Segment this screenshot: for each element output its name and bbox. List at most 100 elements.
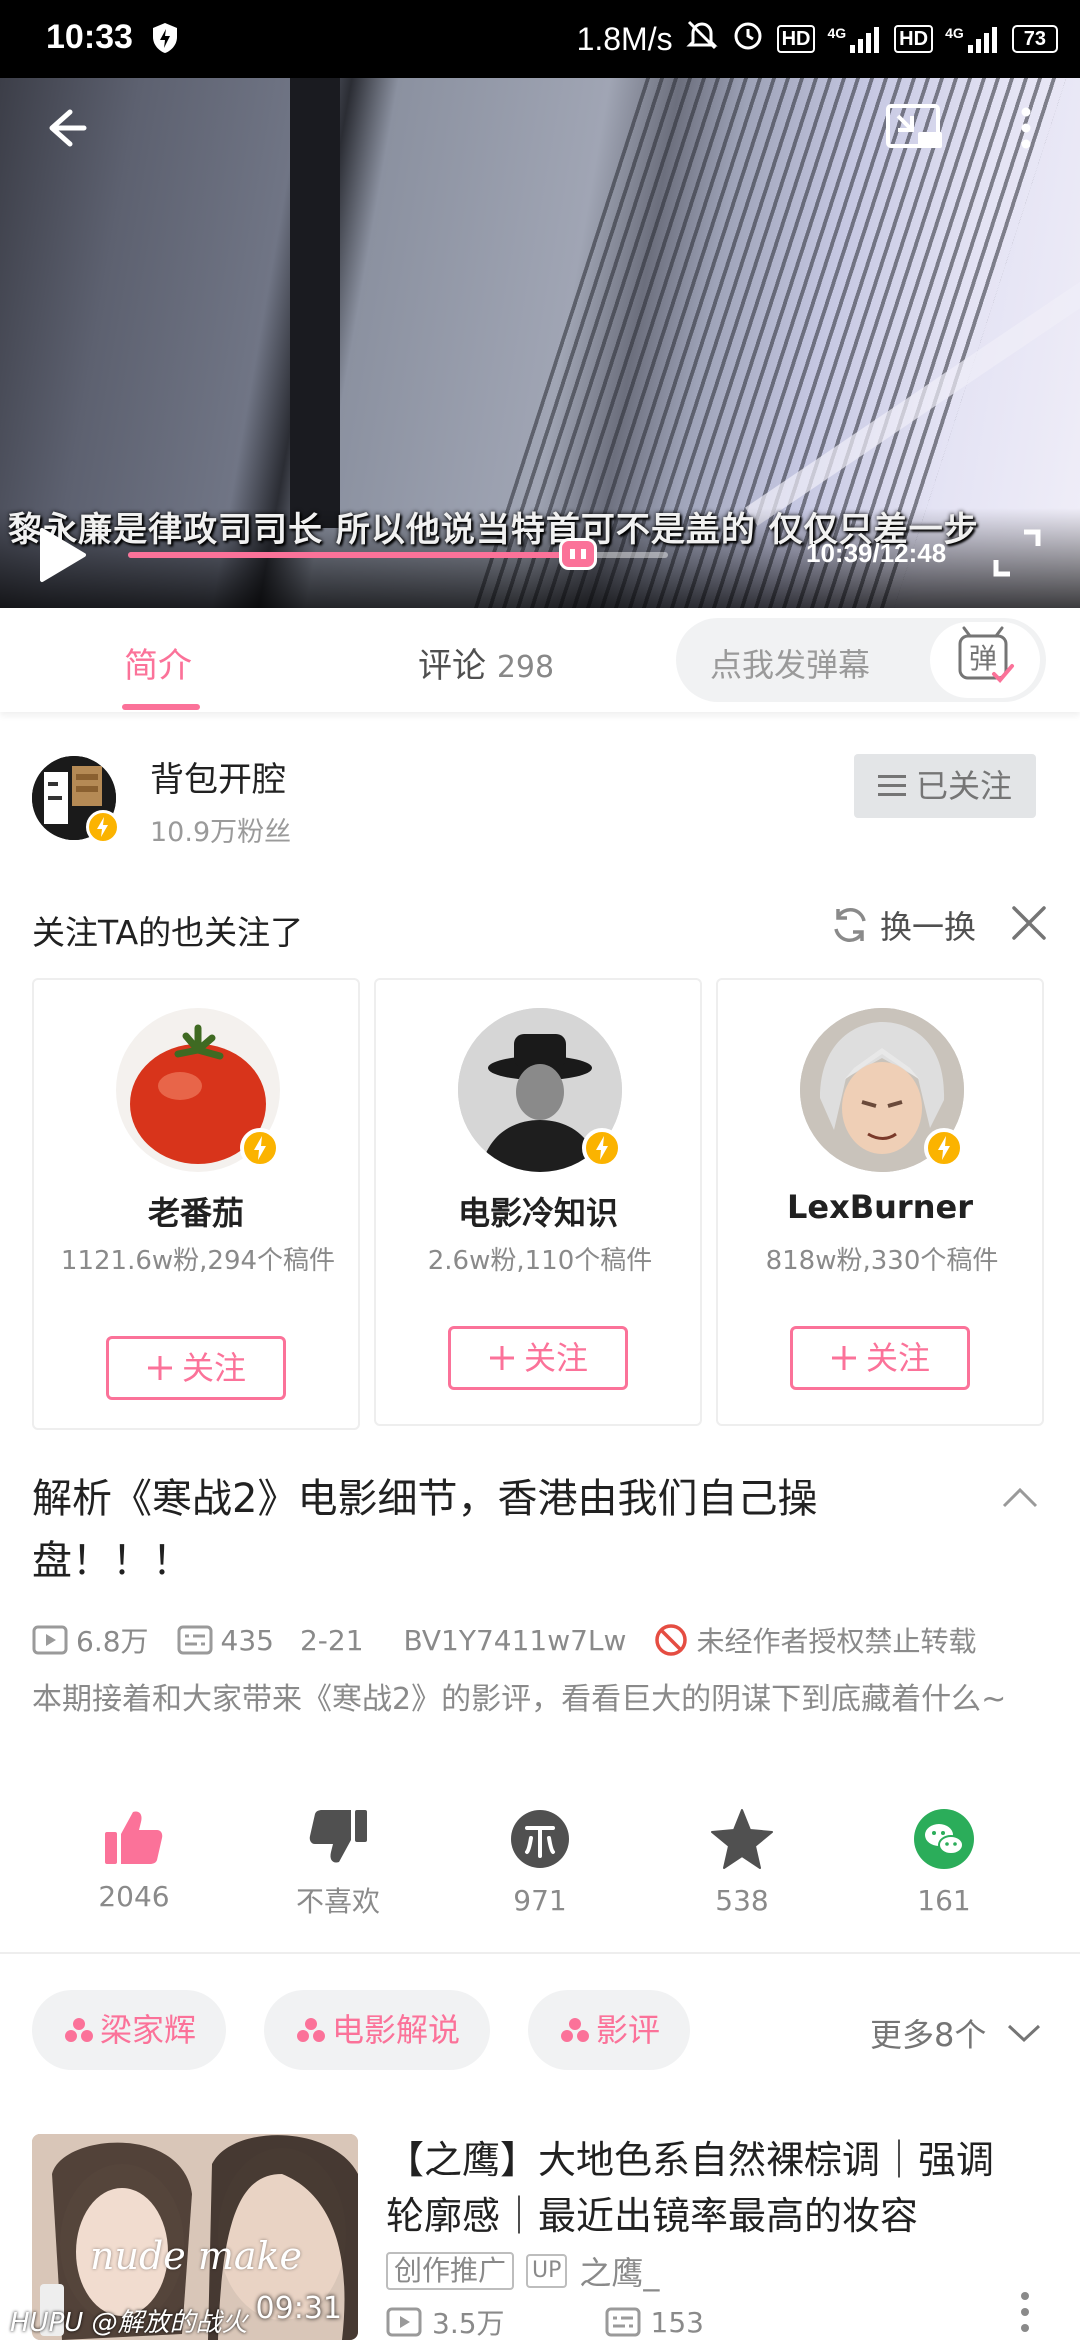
hd-badge-1: HD xyxy=(776,25,816,53)
follow-label: 关注 xyxy=(181,1349,246,1387)
video-player[interactable]: 黎永廉是律政司司长 所以他说当特首可不是盖的 仅仅只差一步 10:39/12:4… xyxy=(0,78,1080,608)
video-title: 解析《寒战2》电影细节，香港由我们自己操盘！！！ xyxy=(32,1476,818,1584)
coin-count: 971 xyxy=(513,1884,567,1917)
progress-thumb[interactable] xyxy=(558,538,597,570)
card-name: LexBurner xyxy=(787,1188,973,1226)
tab-intro[interactable]: 简介 xyxy=(124,638,192,687)
follow-button[interactable]: 关注 xyxy=(106,1336,286,1400)
tag-chip[interactable]: 影评 xyxy=(528,1990,691,2070)
coin-icon xyxy=(511,1810,569,1868)
refresh-label: 换一换 xyxy=(880,908,977,946)
favorite-count: 538 xyxy=(715,1884,769,1917)
follow-button[interactable]: 关注 xyxy=(790,1326,970,1390)
card-stats: 818w粉,330个稿件 xyxy=(765,1246,999,1276)
back-arrow-icon[interactable] xyxy=(36,100,92,160)
card-name: 电影冷知识 xyxy=(457,1194,618,1232)
tag-label: 影评 xyxy=(596,2011,661,2049)
refresh-button[interactable]: 换一换 xyxy=(828,902,976,948)
thumb-down-icon xyxy=(309,1810,367,1863)
forbidden-icon xyxy=(655,1624,688,1656)
tag-chip[interactable]: 梁家辉 xyxy=(32,1990,227,2070)
chevron-up-icon[interactable] xyxy=(1002,1486,1038,1514)
tag-label: 电影解说 xyxy=(332,2011,461,2049)
hd-badge-2: HD xyxy=(894,25,934,53)
recommend-card[interactable]: 电影冷知识 2.6w粉,110个稿件 关注 xyxy=(374,978,702,1426)
progress-bar[interactable] xyxy=(128,538,668,570)
related-danmaku: 153 xyxy=(650,2305,704,2339)
tag-icon xyxy=(65,2018,93,2042)
video-frame-shape xyxy=(290,78,340,528)
follow-label: 关注 xyxy=(523,1339,588,1377)
dislike-button[interactable]: 不喜欢 xyxy=(268,1808,408,1920)
status-time: 10:33 xyxy=(46,18,133,56)
close-icon[interactable] xyxy=(1010,904,1048,946)
danmaku-count-icon xyxy=(605,2307,641,2337)
up-badge-icon: UP xyxy=(526,2254,568,2288)
favorite-button[interactable]: 538 xyxy=(672,1808,812,1917)
danmaku-count: 435 xyxy=(220,1623,274,1657)
video-timecode: 10:39/12:48 xyxy=(806,538,947,568)
more-tags-label: 更多8个 xyxy=(870,2016,987,2054)
uploader-fans: 10.9万粉丝 xyxy=(150,817,292,848)
tab-comments-label: 评论 xyxy=(418,646,486,686)
thumbnail-caption: nude make xyxy=(90,2234,303,2278)
promo-tag: 创作推广 xyxy=(386,2252,515,2290)
more-tags-button[interactable]: 更多8个 xyxy=(870,2010,1041,2056)
pip-icon[interactable] xyxy=(884,100,946,160)
more-vertical-icon[interactable] xyxy=(1010,100,1042,160)
fullscreen-icon[interactable] xyxy=(990,526,1044,584)
chevron-down-icon xyxy=(1007,2024,1040,2043)
signal-icon-2: 4G xyxy=(945,25,1000,53)
danmu-input[interactable]: 点我发弹幕 弹 xyxy=(676,618,1046,702)
related-video-title[interactable]: 【之鹰】大地色系自然裸棕调｜强调轮廓感｜最近出镜率最高的妆容 xyxy=(386,2132,1026,2244)
followed-label: 已关注 xyxy=(915,767,1012,805)
tag-label: 梁家辉 xyxy=(100,2011,197,2049)
recommend-card[interactable]: 老番茄 1121.6w粉,294个稿件 关注 xyxy=(32,978,360,1430)
watermark-text: HUPU @解放的战火 xyxy=(10,2308,248,2338)
share-button[interactable]: 161 xyxy=(874,1808,1014,1917)
play-icon[interactable] xyxy=(34,526,88,588)
svg-text:弹: 弹 xyxy=(969,642,997,675)
play-count-icon xyxy=(386,2307,422,2337)
plus-icon xyxy=(489,1346,514,1370)
followed-button[interactable]: 已关注 xyxy=(854,754,1036,818)
tag-chip[interactable]: 电影解说 xyxy=(264,1990,491,2070)
recommend-card[interactable]: LexBurner 818w粉,330个稿件 关注 xyxy=(716,978,1044,1426)
dislike-label: 不喜欢 xyxy=(295,1885,380,1918)
coin-button[interactable]: 971 xyxy=(470,1808,610,1917)
share-count: 161 xyxy=(917,1884,971,1917)
alarm-icon xyxy=(731,18,765,60)
copyright-notice: 未经作者授权禁止转载 xyxy=(696,1625,977,1658)
video-meta-row: 6.8万 435 2-21 BV1Y7411w7Lw 未经作者授权禁止转载 xyxy=(32,1620,976,1660)
uploader-name[interactable]: 背包开腔 xyxy=(150,752,286,801)
refresh-icon xyxy=(834,908,866,942)
related-video-meta: 创作推广 UP 之鹰_ xyxy=(386,2248,659,2294)
like-count: 2046 xyxy=(98,1880,170,1913)
wechat-icon xyxy=(914,1809,974,1869)
section-divider xyxy=(0,1952,1080,1954)
progress-fill xyxy=(128,552,578,558)
content-tabs: 简介 评论 298 点我发弹幕 弹 xyxy=(0,608,1080,712)
status-bar: 10:33 1.8M/s HD 4G HD 4G 73 xyxy=(0,0,1080,78)
tag-icon xyxy=(297,2018,325,2042)
star-icon xyxy=(711,1809,773,1869)
related-up-name: 之鹰_ xyxy=(579,2254,660,2292)
more-vertical-icon[interactable] xyxy=(1012,2290,1038,2340)
tag-icon xyxy=(561,2018,589,2042)
tab-comments[interactable]: 评论 298 xyxy=(418,638,554,687)
danmu-toggle-button[interactable]: 弹 xyxy=(930,622,1040,698)
publish-date: 2-21 xyxy=(299,1623,364,1657)
card-name: 老番茄 xyxy=(147,1194,244,1232)
like-button[interactable]: 2046 xyxy=(64,1808,204,1913)
related-duration: 09:31 xyxy=(255,2291,342,2326)
battery-indicator: 73 xyxy=(1011,25,1058,53)
signal-icon-1: 4G xyxy=(827,25,882,53)
verified-badge-icon xyxy=(86,810,120,844)
menu-icon xyxy=(877,775,906,796)
bv-id: BV1Y7411w7Lw xyxy=(403,1623,627,1657)
thumb-up-icon xyxy=(105,1811,163,1864)
shield-icon xyxy=(152,22,178,58)
danmu-placeholder: 点我发弹幕 xyxy=(710,646,871,684)
view-count: 6.8万 xyxy=(76,1625,149,1658)
follow-button[interactable]: 关注 xyxy=(448,1326,628,1390)
